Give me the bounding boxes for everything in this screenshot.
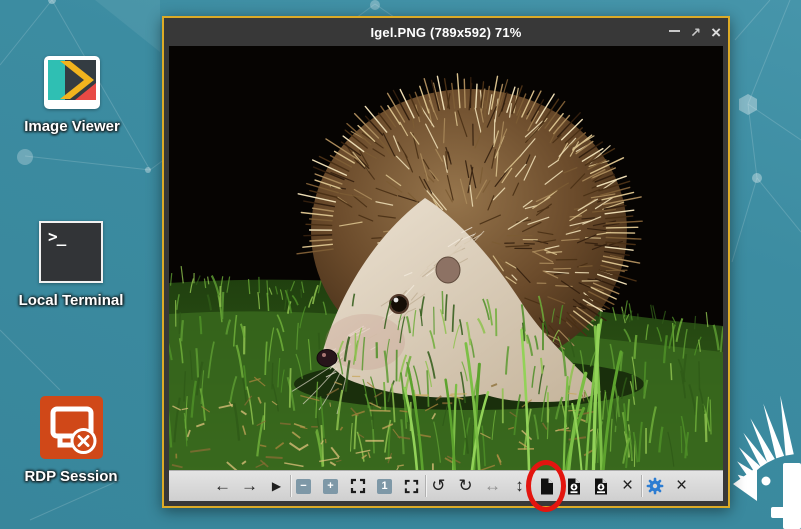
slideshow-button[interactable]: ▶: [263, 473, 290, 499]
desktop-icon-image-viewer[interactable]: Image Viewer: [13, 56, 131, 135]
hedgehog-photo: [169, 46, 723, 470]
rdp-icon: [40, 396, 103, 459]
toolbar-separator: [641, 475, 642, 497]
fullscreen-brackets-icon: [404, 479, 419, 494]
previous-image-button[interactable]: ←: [209, 473, 236, 499]
actual-size-button[interactable]: 1: [371, 473, 398, 499]
flip-horizontal-button[interactable]: ↔: [479, 473, 506, 499]
rotate-left-button[interactable]: ↺: [425, 473, 452, 499]
icon-label: RDP Session: [24, 468, 117, 485]
document-icon: [540, 478, 554, 495]
document-download-icon: [594, 478, 608, 495]
image-canvas: [169, 46, 723, 470]
icon-label: Image Viewer: [24, 118, 120, 135]
gear-icon: [646, 477, 664, 495]
delete-image-button[interactable]: ×: [614, 473, 641, 499]
desktop-icon-rdp-session[interactable]: RDP Session: [6, 396, 136, 485]
rotate-right-button[interactable]: ↻: [452, 473, 479, 499]
next-image-button[interactable]: →: [236, 473, 263, 499]
terminal-icon: >_: [39, 221, 103, 283]
desktop: Image Viewer >_ Local Terminal RDP Sessi…: [0, 0, 801, 529]
fullscreen-button[interactable]: [398, 473, 425, 499]
close-viewer-button[interactable]: ×: [668, 473, 695, 499]
save-file-button[interactable]: [560, 473, 587, 499]
desktop-icon-local-terminal[interactable]: >_ Local Terminal: [6, 221, 136, 309]
icon-label: Local Terminal: [19, 292, 124, 309]
viewer-toolbar: ← → ▶ − + 1 ↺ ↻ ↔ ↕: [169, 470, 723, 501]
export-file-button[interactable]: [587, 473, 614, 499]
toolbar-separator: [425, 475, 426, 497]
minimize-icon: [669, 30, 680, 32]
maximize-button[interactable]: ↗: [690, 26, 701, 39]
image-viewer-window: Igel.PNG (789x592) 71% ↗ ×: [162, 16, 730, 508]
window-title: Igel.PNG (789x592) 71%: [370, 25, 521, 40]
fit-to-window-button[interactable]: [344, 473, 371, 499]
zoom-in-button[interactable]: +: [317, 473, 344, 499]
fit-brackets-icon: [350, 478, 366, 494]
new-file-button[interactable]: [533, 473, 560, 499]
settings-button[interactable]: [641, 473, 668, 499]
window-titlebar[interactable]: Igel.PNG (789x592) 71% ↗ ×: [164, 18, 728, 46]
toolbar-separator: [290, 475, 291, 497]
image-viewer-icon: [44, 56, 100, 109]
minimize-button[interactable]: [669, 30, 680, 34]
flip-vertical-button[interactable]: ↕: [506, 473, 533, 499]
minus-icon: −: [296, 479, 311, 494]
plus-icon: +: [323, 479, 338, 494]
close-button[interactable]: ×: [711, 24, 721, 41]
one-to-one-icon: 1: [377, 479, 392, 494]
document-download-icon: [567, 478, 581, 495]
zoom-out-button[interactable]: −: [290, 473, 317, 499]
